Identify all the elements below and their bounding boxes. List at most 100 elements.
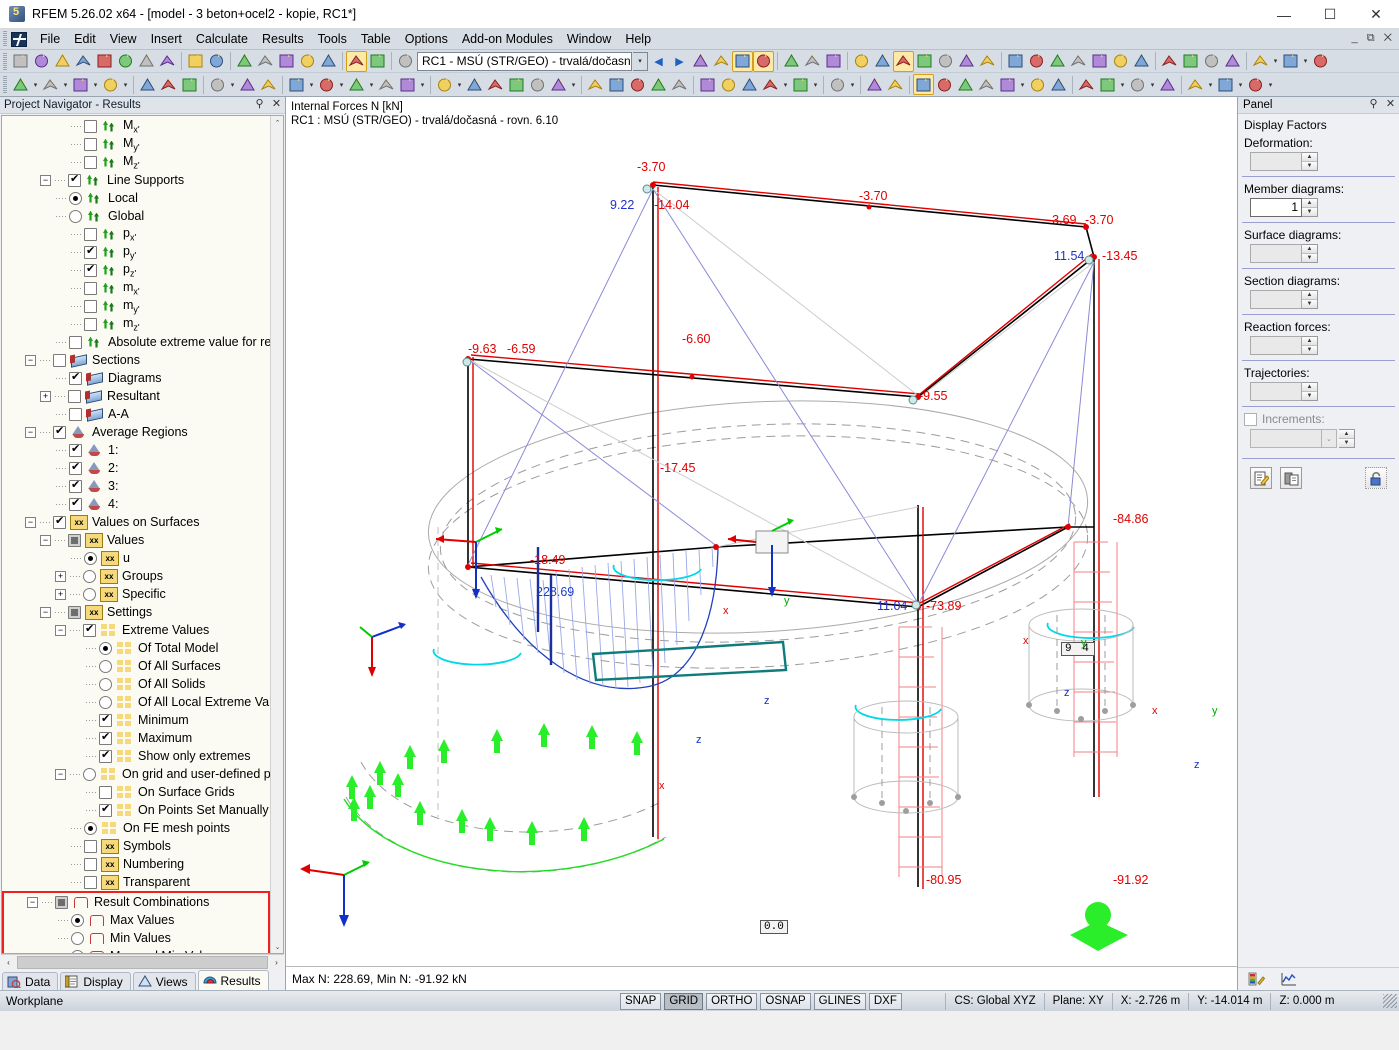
toolbar-button-76[interactable] [790,74,811,95]
toolbar-dropdown-arrow-icon[interactable]: ▾ [337,74,346,95]
toolbar-button-28[interactable] [914,51,935,72]
menu-options[interactable]: Options [398,30,455,49]
toolbar-button-86[interactable] [1048,74,1069,95]
tree-item-a-a[interactable]: A-A [2,405,270,423]
navigator-tab-views[interactable]: Views [132,972,196,990]
display-factor-value[interactable] [1250,290,1302,309]
tree-item-on-surface-grids[interactable]: On Surface Grids [2,783,270,801]
tree-checkbox[interactable] [84,244,97,259]
tree-item-4[interactable]: 4: [2,495,270,513]
tree-item-minimum[interactable]: Minimum [2,711,270,729]
stepper-up-icon[interactable]: ▲ [1302,383,1317,392]
toolbar-dropdown-arrow-icon[interactable]: ▾ [1118,74,1127,95]
tree-item-sections[interactable]: − Sections [2,351,270,369]
toolbar-button-74[interactable] [739,74,760,95]
toolbar-button-62[interactable] [464,74,485,95]
toolbar-button-36[interactable] [1089,51,1110,72]
menu-addon-modules[interactable]: Add-on Modules [455,30,560,49]
increments-spin-up[interactable]: ▲ [1339,430,1354,439]
stepper-buttons[interactable]: ▲ ▼ [1302,382,1318,401]
hscroll-thumb[interactable] [17,955,268,969]
pencil-form-icon[interactable] [1250,467,1272,489]
toolbar-button-16[interactable] [367,51,388,72]
tree-radio[interactable] [99,695,112,709]
menu-insert[interactable]: Insert [144,30,189,49]
toolbar-button-23[interactable] [802,51,823,72]
navigator-tab-display[interactable]: Display [60,972,131,990]
toolbar-button-9[interactable] [206,51,227,72]
stepper-down-icon[interactable]: ▼ [1302,392,1317,400]
toolbar-dropdown-arrow-icon[interactable]: ▾ [31,74,40,95]
toolbar-button-12[interactable] [276,51,297,72]
toolbar-button-68[interactable] [606,74,627,95]
toolbar-button-91[interactable] [1185,74,1206,95]
increments-value[interactable] [1250,429,1322,448]
status-toggle-dxf[interactable]: DXF [868,992,902,1010]
toolbar-button-11[interactable] [255,51,276,72]
toolbar-button-6[interactable] [136,51,157,72]
navigator-close-icon[interactable]: ✕ [270,97,283,110]
tree-checkbox[interactable] [69,460,82,475]
toolbar-button-58[interactable] [346,74,367,95]
toolbar-dropdown-arrow-icon[interactable]: ▾ [1266,74,1275,95]
toolbar-button-48[interactable] [70,74,91,95]
tree-checkbox[interactable] [99,802,112,817]
toolbar-button-26[interactable] [872,51,893,72]
tree-radio[interactable] [71,949,84,953]
toolbar-dropdown-arrow-icon[interactable]: ▾ [91,74,100,95]
tree-radio[interactable] [71,931,84,945]
toolbar-button-81[interactable] [934,74,955,95]
navigator-tab-results[interactable]: Results [197,970,269,990]
tree-radio[interactable] [69,209,82,223]
scroll-down-icon[interactable]: ⌄ [271,940,283,953]
tree-checkbox[interactable] [84,839,97,853]
toolbar-button-57[interactable] [316,74,337,95]
toolbar-button-56[interactable] [286,74,307,95]
toolbar-button-18[interactable] [690,51,711,72]
toolbar-button-13[interactable] [297,51,318,72]
tree-item-min-values[interactable]: Min Values [4,929,268,947]
tree-expander-icon[interactable]: − [40,606,51,618]
toolbar-button-88[interactable] [1097,74,1118,95]
tree-checkbox[interactable] [69,478,82,493]
load-case-combo[interactable]: RC1 - MSÚ (STR/GEO) - trvalá/dočasná [417,51,632,71]
display-factor-stepper[interactable]: ▲ ▼ [1250,152,1395,171]
toolbar-button-77[interactable] [827,74,848,95]
toolbar-button-54[interactable] [237,74,258,95]
resize-grip-icon[interactable] [1382,994,1397,1008]
toolbar-button-34[interactable] [1047,51,1068,72]
navigator-tab-data[interactable]: Data [2,972,59,990]
tree-expander-icon[interactable]: + [55,588,66,600]
toolbar-dropdown-arrow-icon[interactable]: ▾ [121,74,130,95]
toolbar-dropdown-arrow-icon[interactable]: ▾ [228,74,237,95]
tree-expander-icon[interactable]: + [55,570,66,582]
tree-checkbox[interactable] [83,622,96,637]
toolbar-button-4[interactable] [94,51,115,72]
tree-checkbox[interactable] [69,407,82,421]
tree-checkbox[interactable] [84,227,97,241]
toolbar-button-73[interactable] [718,74,739,95]
tree-expander-icon[interactable]: − [40,534,51,546]
toolbar-button-29[interactable] [935,51,956,72]
tree-checkbox[interactable] [69,335,82,349]
stepper-buttons[interactable]: ▲ ▼ [1302,336,1318,355]
toolbar-button-78[interactable] [864,74,885,95]
toolbar-button-0[interactable] [10,51,31,72]
stepper-buttons[interactable]: ▲ ▼ [1302,244,1318,263]
tree-checkbox[interactable] [84,155,97,169]
close-button[interactable]: ✕ [1353,0,1399,29]
tree-item-line-supports[interactable]: − Line Supports [2,171,270,189]
toolbar-dropdown-arrow-icon[interactable]: ▾ [455,74,464,95]
tree-vertical-scrollbar[interactable]: ⌃ ⌄ [270,116,283,953]
tree-checkbox[interactable] [84,299,97,313]
display-factor-stepper[interactable]: ▲ ▼ [1250,336,1395,355]
toolbar-dropdown-arrow-icon[interactable]: ▾ [569,74,578,95]
toolbar-button-47[interactable] [40,74,61,95]
toolbar-dropdown-arrow-icon[interactable]: ▾ [848,74,857,95]
toolbar-button-35[interactable] [1068,51,1089,72]
tree-item-m[interactable]: mz' [2,315,270,333]
stepper-up-icon[interactable]: ▲ [1302,199,1317,208]
toolbar-dropdown-arrow-icon[interactable]: ▾ [781,74,790,95]
stepper-down-icon[interactable]: ▼ [1302,300,1317,308]
toolbar-button-43[interactable] [1250,51,1271,72]
